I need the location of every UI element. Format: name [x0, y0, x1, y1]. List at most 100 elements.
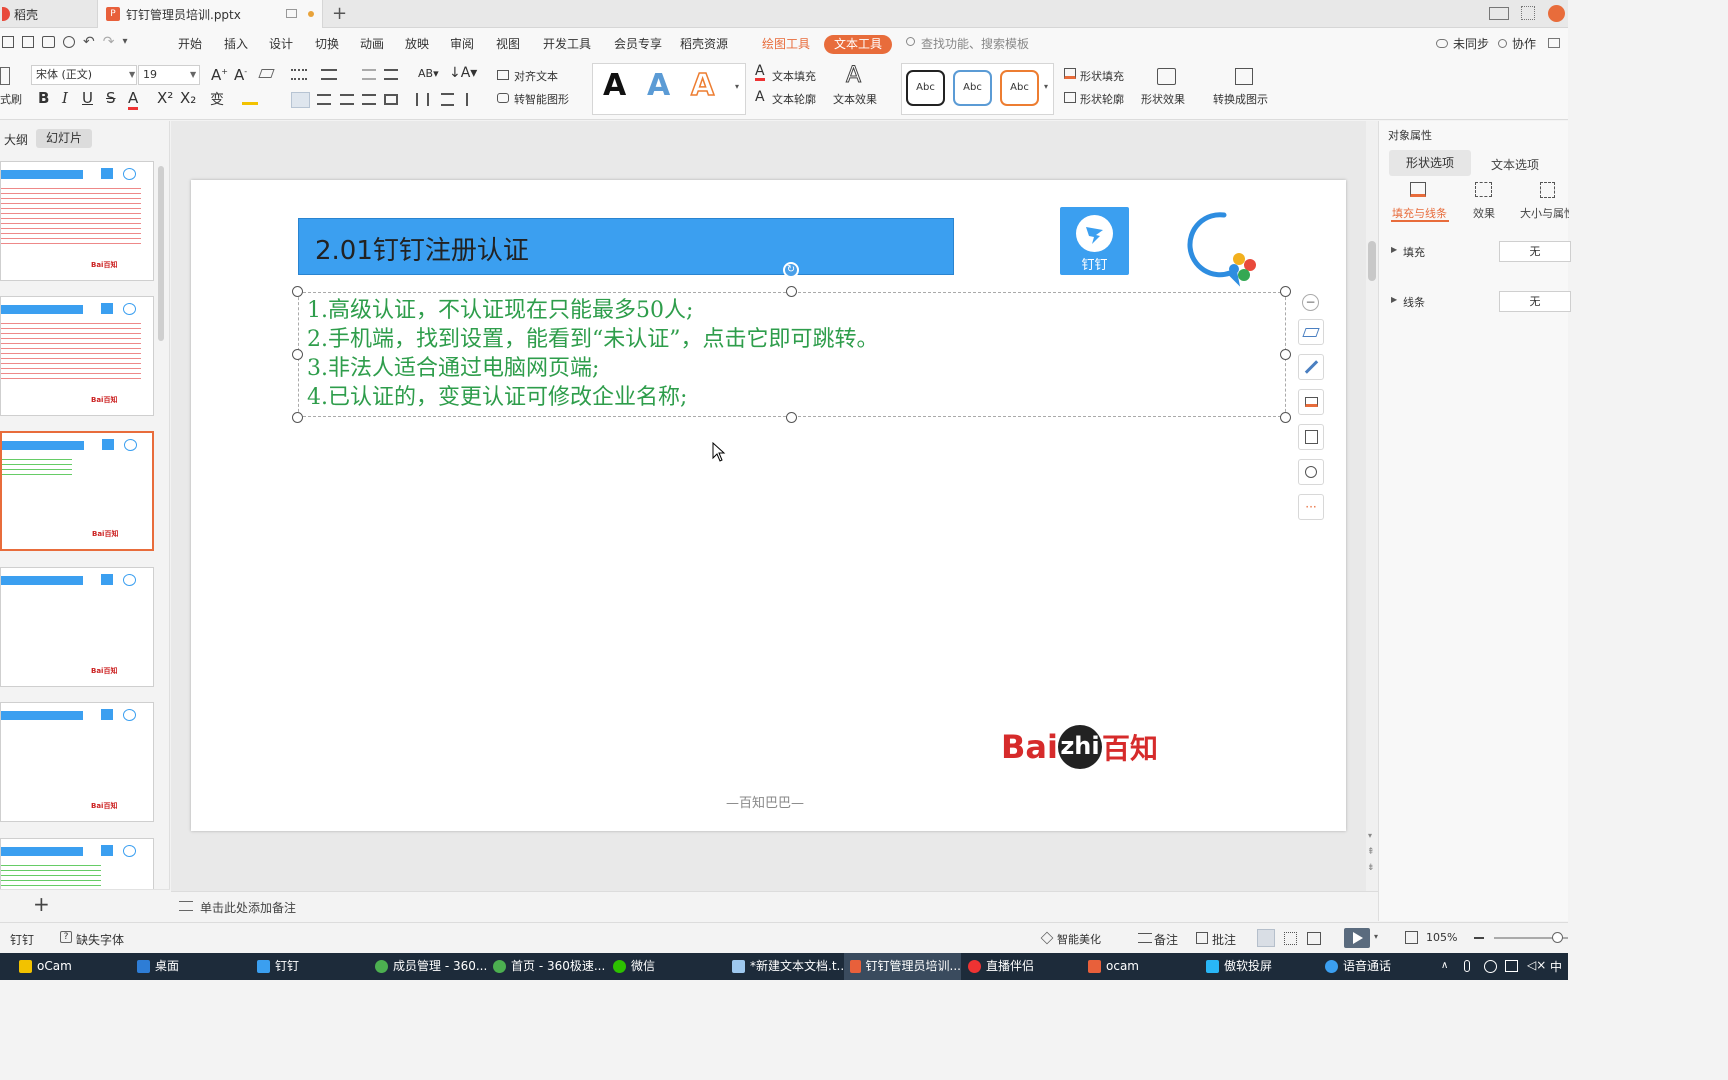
taskbar-item-browser-home[interactable]: 首页 - 360极速...	[493, 953, 605, 980]
slide-thumbnail[interactable]: Bai百知	[0, 567, 154, 687]
undo-icon[interactable]: ↶	[83, 35, 95, 49]
taskbar-item-notepad[interactable]: *新建文本文档.t...	[732, 953, 848, 980]
font-family-select[interactable]: 宋体 (正文)	[31, 65, 137, 85]
subscript-icon[interactable]: X₂	[180, 89, 196, 107]
wordart-sample-orange[interactable]: A	[690, 67, 715, 104]
customize-chevron-icon[interactable]: ▾	[122, 36, 127, 48]
print-icon[interactable]	[42, 36, 55, 48]
slide-thumbnail[interactable]	[0, 838, 154, 890]
align-left-icon[interactable]	[291, 92, 310, 108]
underline-icon[interactable]: U	[82, 89, 93, 107]
body-line-3[interactable]: 3.非法人适合通过电脑网页端;	[307, 354, 599, 383]
taskbar-item-live[interactable]: 直播伴侣	[968, 953, 1034, 980]
volume-muted-icon[interactable]: ◁×	[1527, 958, 1546, 972]
menu-review[interactable]: 审阅	[450, 28, 474, 61]
tab-shape-options[interactable]: 形状选项	[1389, 150, 1471, 176]
shape-fill-button[interactable]: 形状填充	[1080, 68, 1124, 84]
add-slide-button[interactable]: +	[33, 892, 50, 916]
format-painter-button[interactable]: 式刷	[0, 91, 22, 107]
bullet-list-icon[interactable]	[291, 69, 307, 80]
decrease-indent-icon[interactable]	[362, 69, 376, 80]
collab-button[interactable]: 协作	[1512, 28, 1536, 61]
eraser-icon[interactable]	[258, 69, 275, 78]
fill-select[interactable]: 无	[1499, 241, 1571, 262]
resize-handle[interactable]	[1280, 349, 1291, 360]
font-color-icon[interactable]: A	[128, 89, 139, 110]
menu-view[interactable]: 视图	[496, 28, 520, 61]
normal-view-icon[interactable]	[1257, 929, 1275, 947]
outline-tab[interactable]: 大纲	[4, 131, 28, 148]
taskbar-item-ocam-app[interactable]: ocam	[1088, 953, 1139, 980]
tray-expand-icon[interactable]: ∧	[1441, 960, 1448, 971]
justify-icon[interactable]	[362, 94, 376, 105]
menu-developer[interactable]: 开发工具	[543, 28, 591, 61]
menu-text-tools[interactable]: 文本工具	[824, 35, 893, 54]
slide-thumbnail[interactable]: Bai百知	[0, 702, 154, 822]
missing-font-button[interactable]: 缺失字体	[76, 931, 124, 948]
slide-thumbnail[interactable]: Bai百知	[0, 296, 154, 416]
slide-thumbnail-current[interactable]: Bai百知	[0, 431, 154, 551]
text-effect-button[interactable]: 文本效果	[833, 91, 877, 107]
resize-handle[interactable]	[1280, 412, 1291, 423]
slides-tab[interactable]: 幻灯片	[36, 129, 93, 148]
resize-handle[interactable]	[786, 286, 797, 297]
strikethrough-icon[interactable]: S	[106, 89, 116, 107]
notes-toggle-button[interactable]: 备注	[1154, 931, 1178, 948]
body-line-1[interactable]: 1.高级认证，不认证现在只能最多50人;	[307, 296, 693, 325]
reading-view-icon[interactable]	[1307, 932, 1321, 945]
user-avatar[interactable]	[1548, 5, 1565, 22]
idea-bulb-icon[interactable]	[1298, 459, 1324, 485]
taskbar-item-ocam[interactable]: oCam	[19, 953, 72, 980]
align-text-button[interactable]: 对齐文本	[514, 68, 558, 84]
search-input[interactable]: 查找功能、搜索模板	[921, 28, 1029, 61]
share-icon[interactable]	[1548, 38, 1560, 48]
shape-effect-button[interactable]: 形状效果	[1141, 91, 1185, 107]
shape-outline-button[interactable]: 形状轮廓	[1080, 91, 1124, 107]
pen-icon[interactable]	[1298, 354, 1324, 380]
grid-icon[interactable]	[1521, 6, 1535, 20]
font-shrink-icon[interactable]: A-	[234, 66, 247, 84]
align-right-icon[interactable]	[340, 94, 354, 105]
chevron-down-icon[interactable]: ▾	[1374, 932, 1378, 941]
shape-style-sample-black[interactable]: Abc	[906, 70, 945, 106]
smart-shape-button[interactable]: 转智能图形	[514, 91, 569, 107]
resize-handle[interactable]	[786, 412, 797, 423]
highlight-icon[interactable]	[242, 93, 258, 105]
tab-text-options[interactable]: 文本选项	[1491, 156, 1539, 173]
taskbar-item-browser-members[interactable]: 成员管理 - 360...	[375, 953, 487, 980]
smart-beautify-button[interactable]: 智能美化	[1057, 931, 1101, 947]
comments-button[interactable]: 批注	[1212, 931, 1236, 948]
new-tab-button[interactable]: +	[332, 3, 347, 24]
scroll-down-icon[interactable]: ▾	[1368, 831, 1372, 840]
bold-icon[interactable]: B	[38, 89, 49, 107]
resize-handle[interactable]	[292, 412, 303, 423]
numbered-list-icon[interactable]	[321, 69, 337, 80]
fill-bucket-icon[interactable]	[1298, 389, 1324, 415]
subtab-size-props[interactable]: 大小与属性	[1520, 205, 1569, 221]
resize-handle[interactable]	[292, 286, 303, 297]
gallery-expand-icon[interactable]: ▾	[1044, 82, 1048, 91]
frame-icon[interactable]	[1298, 424, 1324, 450]
zoom-level[interactable]: 105%	[1426, 931, 1457, 944]
line-spacing-icon[interactable]	[416, 93, 429, 106]
redo-icon[interactable]: ↷	[103, 35, 115, 49]
taskbar-item-voice-call[interactable]: 语音通话	[1325, 953, 1391, 980]
taskbar-item-screencast[interactable]: 傲软投屏	[1206, 953, 1272, 980]
taskbar-item-desktop[interactable]: 桌面	[137, 953, 179, 980]
align-center-icon[interactable]	[317, 94, 331, 105]
text-outline-button[interactable]: 文本轮廓	[772, 91, 816, 107]
scrollbar-thumb[interactable]	[1368, 241, 1376, 281]
menu-design[interactable]: 设计	[269, 28, 293, 61]
preview-icon[interactable]	[63, 36, 75, 48]
menu-insert[interactable]: 插入	[224, 28, 248, 61]
increase-indent-icon[interactable]	[384, 69, 398, 80]
resize-handle[interactable]	[292, 349, 303, 360]
expand-arrow-icon[interactable]: ▶	[1391, 245, 1397, 254]
title-box[interactable]: 2.01钉钉注册认证	[298, 218, 954, 275]
shape-style-sample-orange[interactable]: Abc	[1000, 70, 1039, 106]
network-icon[interactable]	[1484, 960, 1497, 973]
zoom-out-icon[interactable]	[1474, 937, 1484, 939]
prev-slide-icon[interactable]: ⇞	[1367, 847, 1375, 857]
canvas-scrollbar[interactable]: ▾ ⇞ ⇟	[1366, 121, 1378, 891]
resize-handle[interactable]	[1280, 286, 1291, 297]
